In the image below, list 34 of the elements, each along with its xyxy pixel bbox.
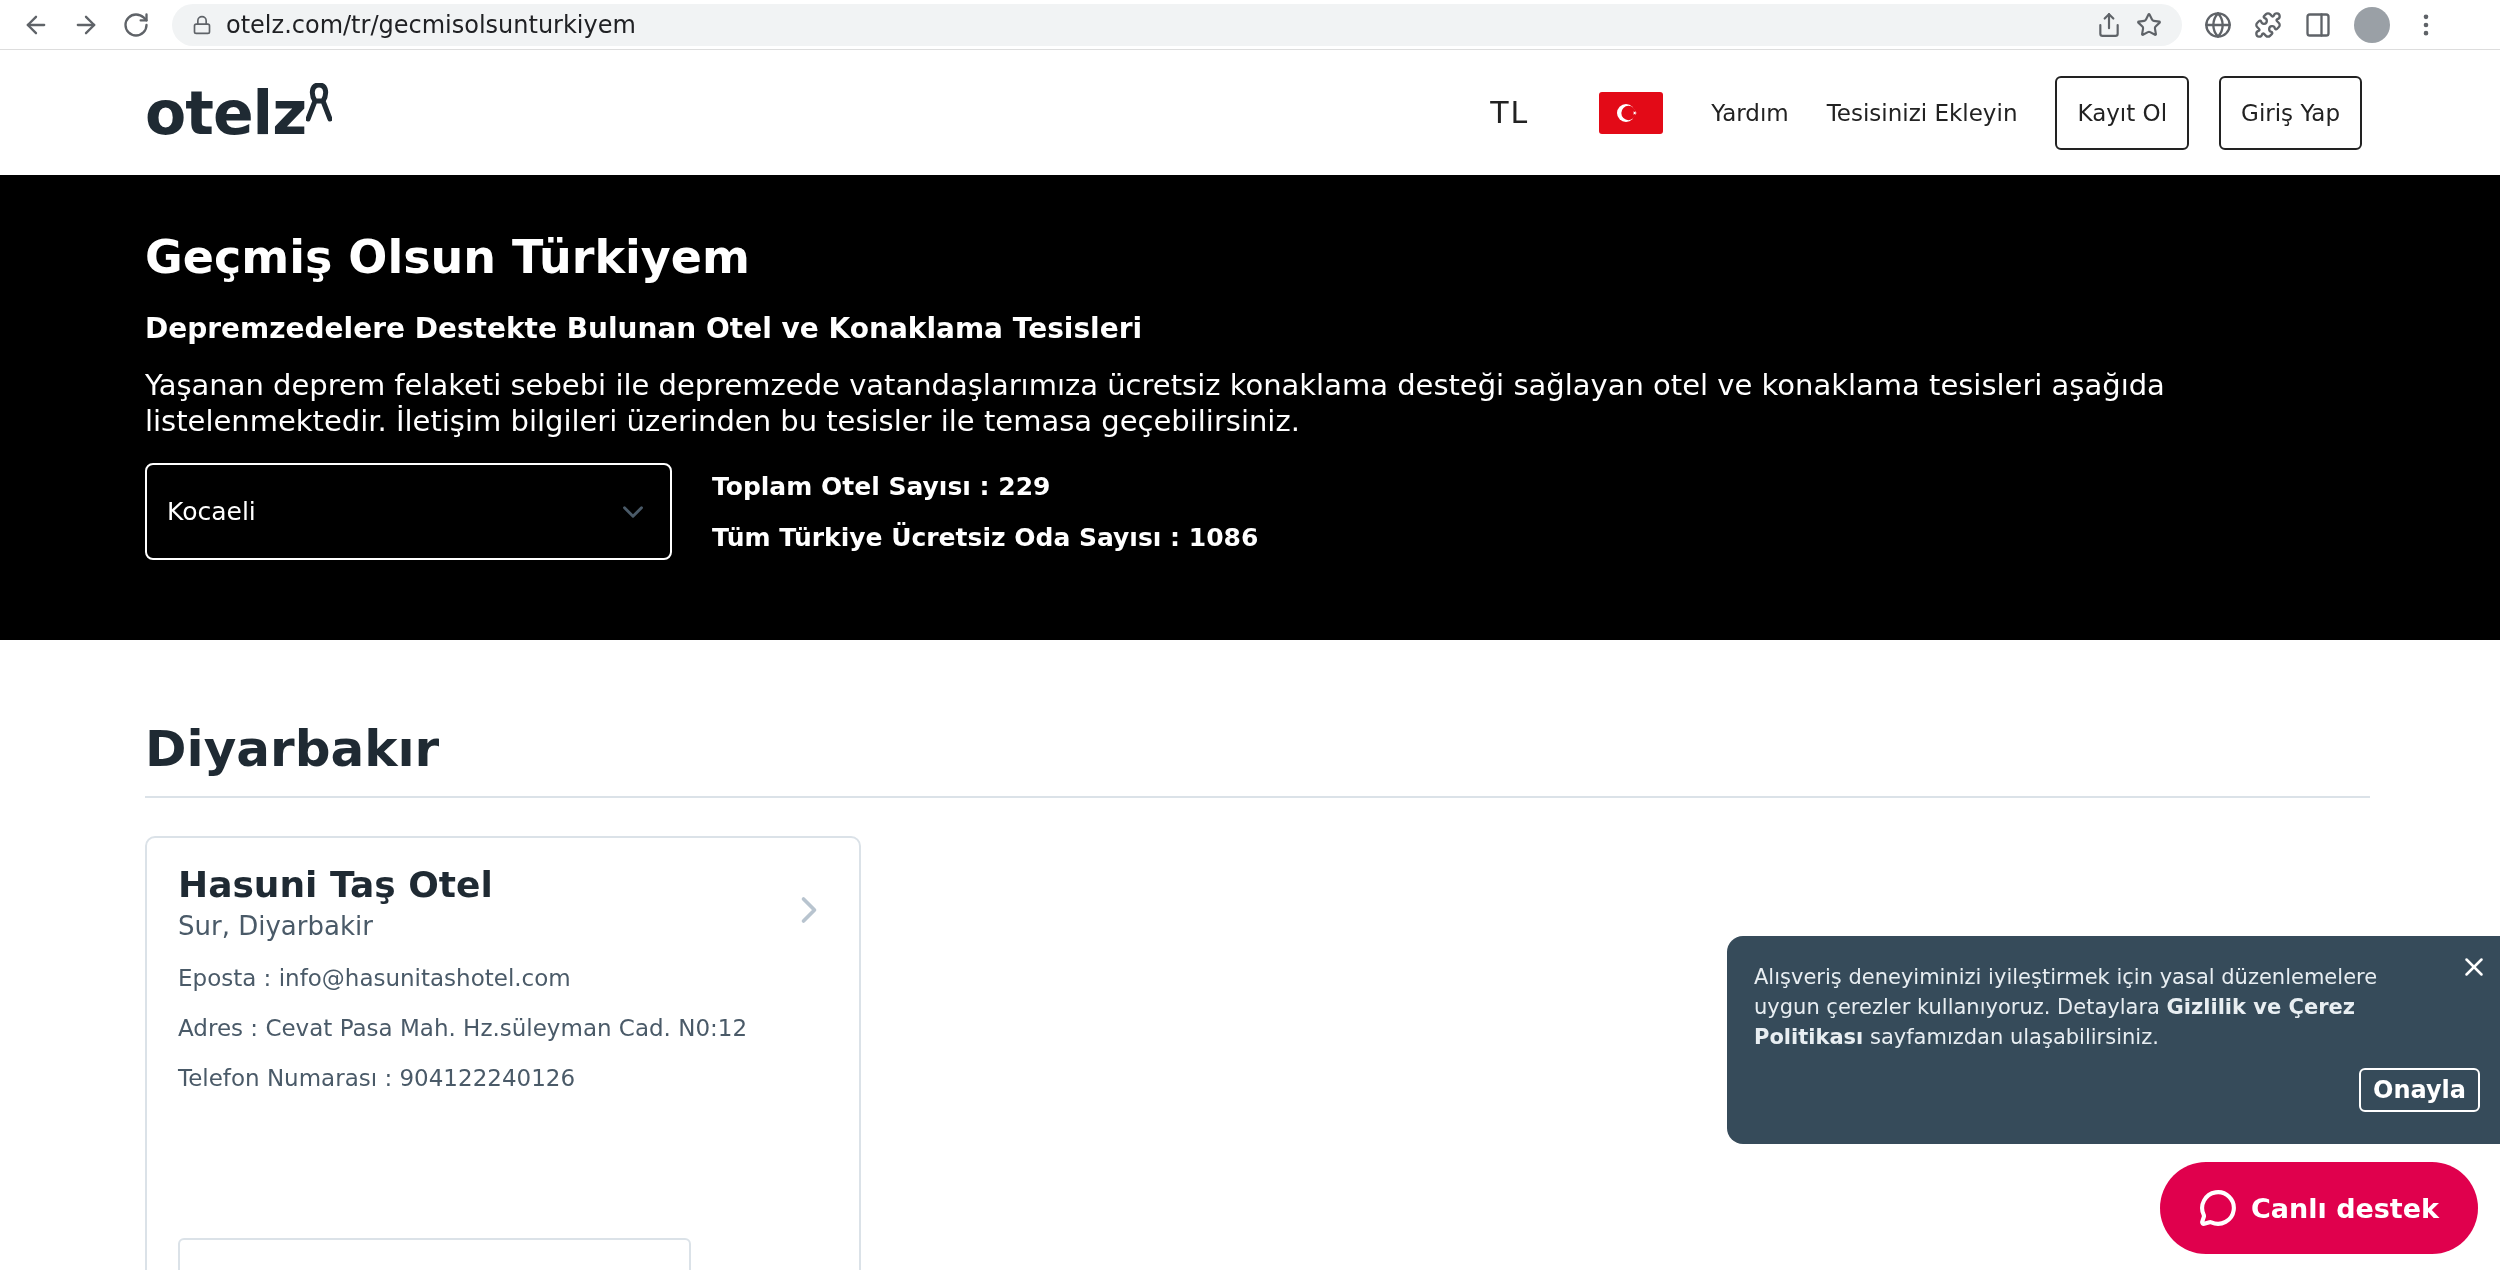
- hero-description: Yaşanan deprem felaketi sebebi ile depremzede vatandaşlarımıza ücretsiz konaklama desteği sağlayan otel ve konaklama tesisleri aşağıda listelenmektedir. İletişim bilgileri üzerinden bu tesisler ile temasa geçebilirsiniz.: [145, 367, 2166, 439]
- puzzle-icon[interactable]: [2254, 10, 2282, 39]
- currency-selector[interactable]: TL: [1490, 95, 1530, 130]
- stat-text: Toplam Otel Sayısı : 229: [712, 471, 1052, 501]
- sidebar-icon[interactable]: [2304, 10, 2332, 39]
- city-select[interactable]: Kocaeli: [145, 463, 672, 560]
- chat-bubble-icon: [2198, 1189, 2237, 1227]
- hotel-card[interactable]: Hasuni Taş Otel Sur, Diyarbakir Eposta : info@hasunitashotel.com Adres : Cevat Pasa Mah. Hz.süleyman Cad. N0:12 Telefon Numarası : 904122240126: [145, 836, 861, 1270]
- avatar[interactable]: [2354, 6, 2390, 43]
- nav-link[interactable]: Tesisinizi Ekleyin: [1826, 99, 2018, 126]
- hero-title: Geçmiş Olsun Türkiyem: [145, 230, 751, 284]
- turkish-flag-icon[interactable]: [1599, 91, 1664, 134]
- hotel-location: Sur, Diyarbakir: [178, 911, 374, 941]
- globe-icon[interactable]: [2204, 10, 2232, 39]
- section-title: Diyarbakır: [145, 720, 2370, 798]
- hero-subtitle: Depremzedelere Destekte Bulunan Otel ve Konaklama Tesisleri: [145, 312, 1144, 345]
- reload-icon[interactable]: [122, 10, 150, 39]
- live-support-button[interactable]: Canlı destek: [2160, 1162, 2478, 1254]
- hotel-detail: Telefon Numarası : 904122240126: [178, 1065, 577, 1091]
- otelz-logo[interactable]: otelz: [145, 82, 333, 143]
- hotel-name: Hasuni Taş Otel: [178, 864, 494, 905]
- address-bar[interactable]: otelz.com/tr/gecmisolsunturkiyem: [172, 3, 2182, 46]
- nav-link[interactable]: Yardım: [1711, 99, 1789, 126]
- stat-text: Tüm Türkiye Ücretsiz Oda Sayısı : 1086: [712, 522, 1259, 552]
- hotel-detail: Eposta : info@hasunitashotel.com: [178, 965, 572, 991]
- header-button[interactable]: Kayıt Ol: [2055, 75, 2190, 150]
- hotel-detail: Adres : Cevat Pasa Mah. Hz.süleyman Cad. N0:12: [178, 1015, 749, 1041]
- star-icon[interactable]: [2136, 11, 2162, 38]
- lock-icon: [192, 14, 212, 35]
- cookie-text: Alışveriş deneyiminizi iyileştirmek için yasal düzenlemelere uygun çerezler kullanıyoruz. Detaylara Gizlilik ve Çerez Politikası sayfamızdan ulaşabilirsiniz.: [1754, 964, 2379, 1051]
- header-button[interactable]: Giriş Yap: [2219, 75, 2362, 150]
- share-icon[interactable]: [2096, 11, 2122, 38]
- ribbon-icon: [306, 82, 333, 123]
- accept-button[interactable]: Onayla: [2359, 1068, 2480, 1112]
